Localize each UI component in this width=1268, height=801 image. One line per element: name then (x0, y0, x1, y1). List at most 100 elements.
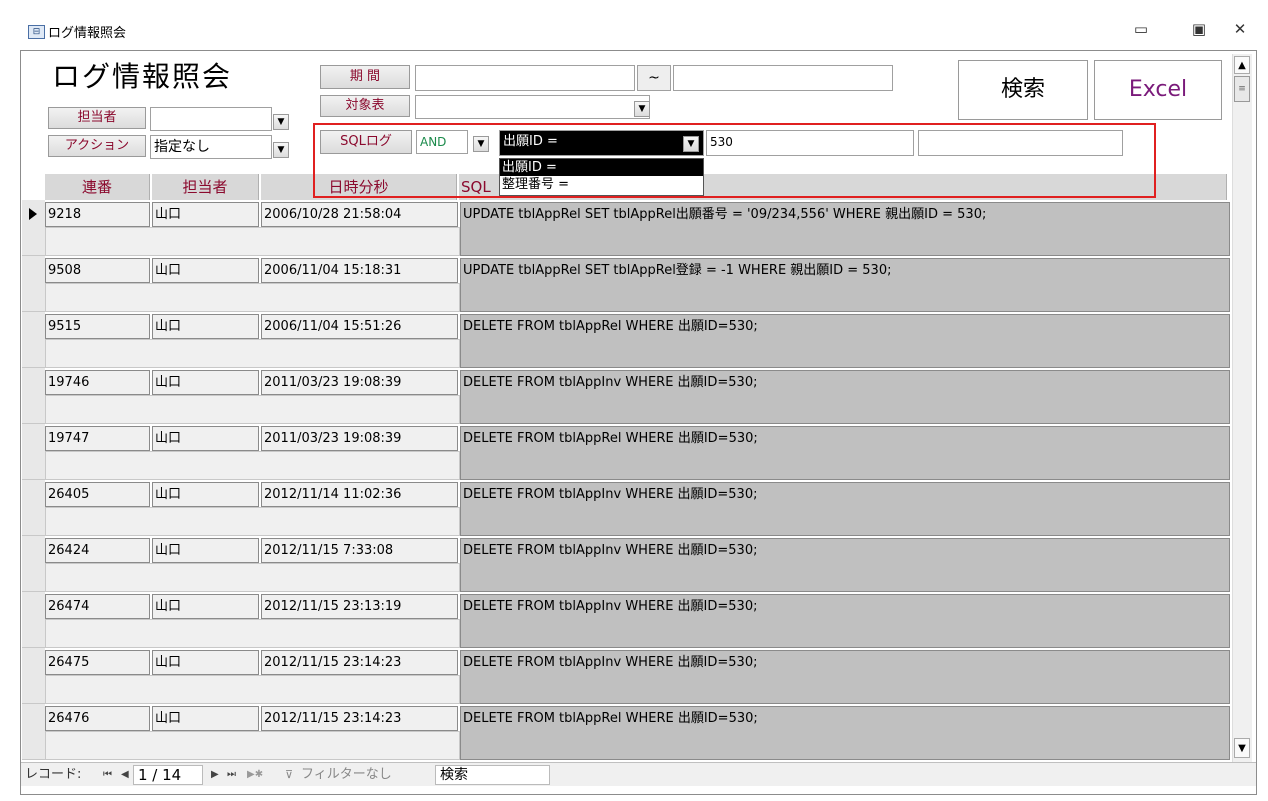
cell-sql[interactable]: DELETE FROM tblAppInv WHERE 出願ID=530; (460, 594, 1230, 648)
column-header-id: 連番 (45, 174, 150, 200)
cell-user[interactable]: 山口 (152, 314, 259, 339)
filter-label[interactable]: フィルターなし (301, 766, 392, 784)
cell-id[interactable]: 26475 (45, 650, 150, 675)
table-row[interactable]: 19746 山口 2011/03/23 19:08:39 DELETE FROM tb… (22, 368, 1232, 424)
scroll-thumb[interactable]: ≡ (1234, 76, 1250, 102)
table-row[interactable]: 19747 山口 2011/03/23 19:08:39 DELETE FROM tb… (22, 424, 1232, 480)
record-selector[interactable] (22, 480, 45, 536)
cell-datetime[interactable]: 2012/11/15 7:33:08 (261, 538, 458, 563)
search-button[interactable]: 検索 (958, 60, 1088, 120)
cell-sql[interactable]: DELETE FROM tblAppRel WHERE 出願ID=530; (460, 314, 1230, 368)
cell-id[interactable]: 26476 (45, 706, 150, 731)
new-record-icon[interactable]: ▶✱ (247, 766, 263, 784)
cell-sql[interactable]: DELETE FROM tblAppInv WHERE 出願ID=530; (460, 482, 1230, 536)
restore-icon[interactable]: ▣ (1186, 18, 1212, 40)
period-to-field[interactable] (673, 65, 893, 91)
record-selector[interactable] (22, 312, 45, 368)
last-record-icon[interactable]: ⏭ (227, 766, 236, 784)
table-row[interactable]: 26476 山口 2012/11/15 23:14:23 DELETE FROM tb… (22, 704, 1232, 760)
close-icon[interactable]: ✕ (1227, 18, 1253, 40)
cell-datetime[interactable]: 2006/11/04 15:51:26 (261, 314, 458, 339)
cell-datetime[interactable]: 2012/11/15 23:13:19 (261, 594, 458, 619)
vertical-scrollbar[interactable] (1232, 54, 1252, 762)
cell-id[interactable]: 9218 (45, 202, 150, 227)
period-label: 期 間 (320, 65, 410, 89)
cell-datetime[interactable]: 2011/03/23 19:08:39 (261, 426, 458, 451)
row-blank-area (45, 507, 460, 536)
scroll-up-icon[interactable]: ▲ (1234, 56, 1250, 74)
cell-id[interactable]: 26424 (45, 538, 150, 563)
record-selector[interactable] (22, 424, 45, 480)
cell-sql[interactable]: DELETE FROM tblAppInv WHERE 出願ID=530; (460, 370, 1230, 424)
minimize-icon[interactable]: ▭ (1128, 18, 1154, 40)
cell-sql[interactable]: DELETE FROM tblAppInv WHERE 出願ID=530; (460, 538, 1230, 592)
excel-button[interactable]: Excel (1094, 60, 1222, 120)
cell-id[interactable]: 26474 (45, 594, 150, 619)
record-selector[interactable] (22, 704, 45, 760)
tanto-select[interactable] (150, 107, 272, 131)
scroll-down-icon[interactable]: ▼ (1234, 738, 1250, 758)
dropdown-option[interactable]: 整理番号 = (500, 176, 703, 193)
cell-id[interactable]: 19747 (45, 426, 150, 451)
cell-sql[interactable]: DELETE FROM tblAppInv WHERE 出願ID=530; (460, 650, 1230, 704)
table-row[interactable]: 26424 山口 2012/11/15 7:33:08 DELETE FROM tbl… (22, 536, 1232, 592)
cell-datetime[interactable]: 2006/10/28 21:58:04 (261, 202, 458, 227)
record-selector[interactable] (22, 368, 45, 424)
dropdown-option[interactable]: 出願ID = (500, 159, 703, 176)
chevron-down-icon[interactable]: ▼ (273, 142, 289, 158)
cell-datetime[interactable]: 2012/11/15 23:14:23 (261, 650, 458, 675)
cell-user[interactable]: 山口 (152, 650, 259, 675)
cell-user[interactable]: 山口 (152, 706, 259, 731)
cell-user[interactable]: 山口 (152, 594, 259, 619)
next-record-icon[interactable]: ▶ (211, 766, 219, 784)
table-row[interactable]: 26405 山口 2012/11/14 11:02:36 DELETE FROM tb… (22, 480, 1232, 536)
record-label: レコード: (25, 767, 82, 782)
cell-sql[interactable]: DELETE FROM tblAppRel WHERE 出願ID=530; (460, 706, 1230, 760)
table-row[interactable]: 9508 山口 2006/11/04 15:18:31 UPDATE tblAppRe… (22, 256, 1232, 312)
cell-user[interactable]: 山口 (152, 202, 259, 227)
first-record-icon[interactable]: ⏮ (103, 766, 112, 784)
form-title: ログ情報照会 (52, 60, 233, 93)
table-row[interactable]: 9218 山口 2006/10/28 21:58:04 UPDATE tblAppRe… (22, 200, 1232, 256)
cell-id[interactable]: 26405 (45, 482, 150, 507)
cell-user[interactable]: 山口 (152, 258, 259, 283)
record-selector[interactable] (22, 536, 45, 592)
period-from-field[interactable] (415, 65, 635, 91)
record-selector[interactable] (22, 200, 45, 256)
record-selector[interactable] (22, 592, 45, 648)
action-select[interactable]: 指定なし (150, 135, 272, 159)
cell-datetime[interactable]: 2006/11/04 15:18:31 (261, 258, 458, 283)
highlight-box (313, 123, 1156, 198)
target-table-label: 対象表 (320, 95, 410, 117)
form-icon: ⊟ (28, 25, 45, 39)
cell-datetime[interactable]: 2011/03/23 19:08:39 (261, 370, 458, 395)
table-row[interactable]: 26475 山口 2012/11/15 23:14:23 DELETE FROM tb… (22, 648, 1232, 704)
table-row[interactable]: 26474 山口 2012/11/15 23:13:19 DELETE FROM tb… (22, 592, 1232, 648)
table-row[interactable]: 9515 山口 2006/11/04 15:51:26 DELETE FROM tbl… (22, 312, 1232, 368)
cell-sql[interactable]: DELETE FROM tblAppRel WHERE 出願ID=530; (460, 426, 1230, 480)
cell-user[interactable]: 山口 (152, 482, 259, 507)
prev-record-icon[interactable]: ◀ (121, 766, 129, 784)
cell-user[interactable]: 山口 (152, 426, 259, 451)
current-record-icon (29, 208, 37, 220)
record-navigation-bar: レコード: ⏮ ◀ 1 / 14 ▶ ⏭ ▶✱ ⊽ フィルターなし 検索 (21, 762, 1256, 786)
cell-user[interactable]: 山口 (152, 538, 259, 563)
action-label: アクション (48, 135, 146, 157)
cell-sql[interactable]: UPDATE tblAppRel SET tblAppRel登録 = -1 WH… (460, 258, 1230, 312)
chevron-down-icon[interactable]: ▼ (273, 114, 289, 130)
cell-datetime[interactable]: 2012/11/14 11:02:36 (261, 482, 458, 507)
cell-datetime[interactable]: 2012/11/15 23:14:23 (261, 706, 458, 731)
cell-sql[interactable]: UPDATE tblAppRel SET tblAppRel出願番号 = '09… (460, 202, 1230, 256)
record-position-field[interactable]: 1 / 14 (133, 765, 203, 785)
cell-user[interactable]: 山口 (152, 370, 259, 395)
cell-id[interactable]: 19746 (45, 370, 150, 395)
record-selector[interactable] (22, 648, 45, 704)
window-title: ログ情報照会 (48, 26, 127, 41)
record-selector[interactable] (22, 256, 45, 312)
chevron-down-icon[interactable]: ▼ (634, 101, 650, 117)
cell-id[interactable]: 9508 (45, 258, 150, 283)
navbar-search-input[interactable]: 検索 (435, 765, 550, 785)
cell-id[interactable]: 9515 (45, 314, 150, 339)
row-blank-area (45, 395, 460, 424)
target-table-select[interactable] (415, 95, 650, 119)
